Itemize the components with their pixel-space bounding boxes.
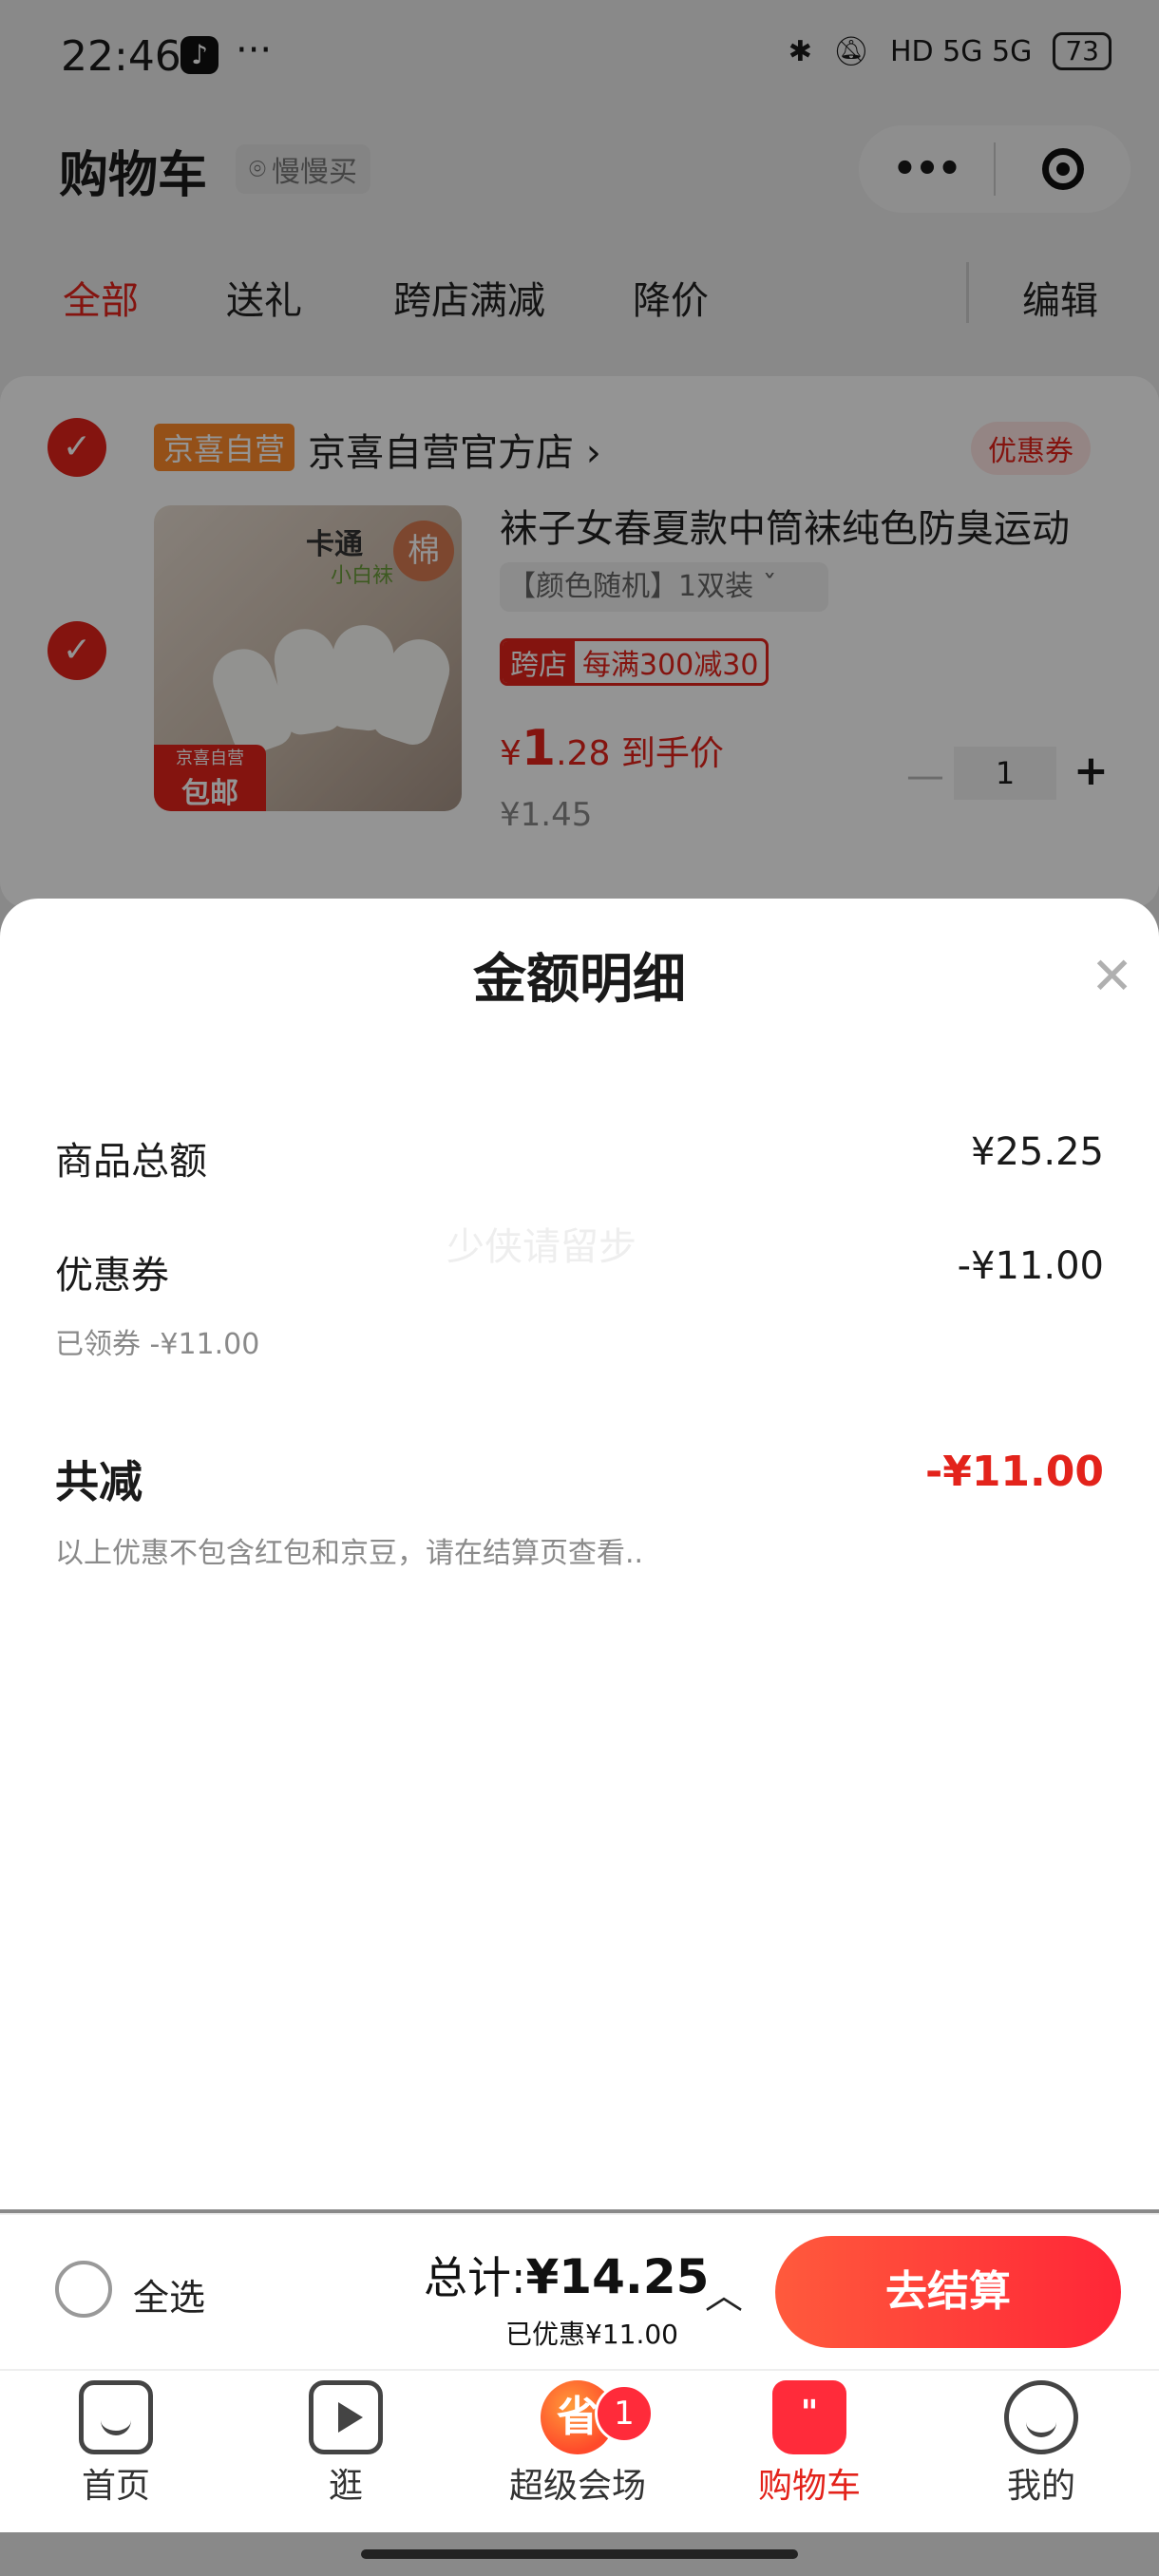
- tab-cart[interactable]: " 购物车: [714, 2380, 904, 2508]
- total-discount-value: -¥11.00: [924, 1448, 1104, 1496]
- profile-icon: [1004, 2380, 1078, 2454]
- select-all-label[interactable]: 全选: [133, 2268, 205, 2320]
- video-icon: [309, 2380, 383, 2454]
- home-icon: [79, 2380, 153, 2454]
- home-indicator[interactable]: [361, 2549, 798, 2559]
- chevron-up-icon[interactable]: ︿: [705, 2264, 743, 2320]
- discount-note: 以上优惠不包含红包和京豆，请在结算页查看..: [55, 1537, 644, 1570]
- tab-cart-label: 购物车: [757, 2467, 861, 2506]
- total-label: 总计:: [424, 2252, 526, 2303]
- tab-home-label: 首页: [81, 2467, 150, 2506]
- coupon-value: -¥11.00: [957, 1244, 1104, 1288]
- coupon-claimed-note: 已领券 -¥11.00: [55, 1328, 260, 1361]
- tab-home[interactable]: 首页: [21, 2380, 211, 2508]
- notification-badge: 1: [595, 2384, 654, 2443]
- cart-icon: ": [772, 2380, 846, 2454]
- tab-browse-label: 逛: [328, 2467, 363, 2506]
- select-all-radio[interactable]: [55, 2261, 112, 2318]
- tab-browse[interactable]: 逛: [251, 2380, 441, 2508]
- subtotal-value: ¥25.25: [971, 1130, 1104, 1174]
- checkout-button[interactable]: 去结算: [775, 2236, 1121, 2348]
- tab-profile-label: 我的: [1006, 2467, 1075, 2506]
- sheet-title: 金额明细: [473, 949, 686, 1011]
- watermark: 少侠请留步: [446, 1225, 636, 1269]
- tab-profile[interactable]: 我的: [946, 2380, 1136, 2508]
- total-discount-label: 共减: [55, 1456, 142, 1507]
- close-icon[interactable]: ✕: [1091, 946, 1133, 1006]
- total-amount: ¥14.25: [525, 2249, 710, 2304]
- total-price: 总计:¥14.25: [424, 2244, 709, 2306]
- saved-amount: 已优惠¥11.00: [505, 2319, 678, 2350]
- subtotal-label: 商品总额: [55, 1140, 207, 1184]
- coupon-label: 优惠券: [55, 1254, 169, 1297]
- tab-super-venue-label: 超级会场: [508, 2467, 646, 2506]
